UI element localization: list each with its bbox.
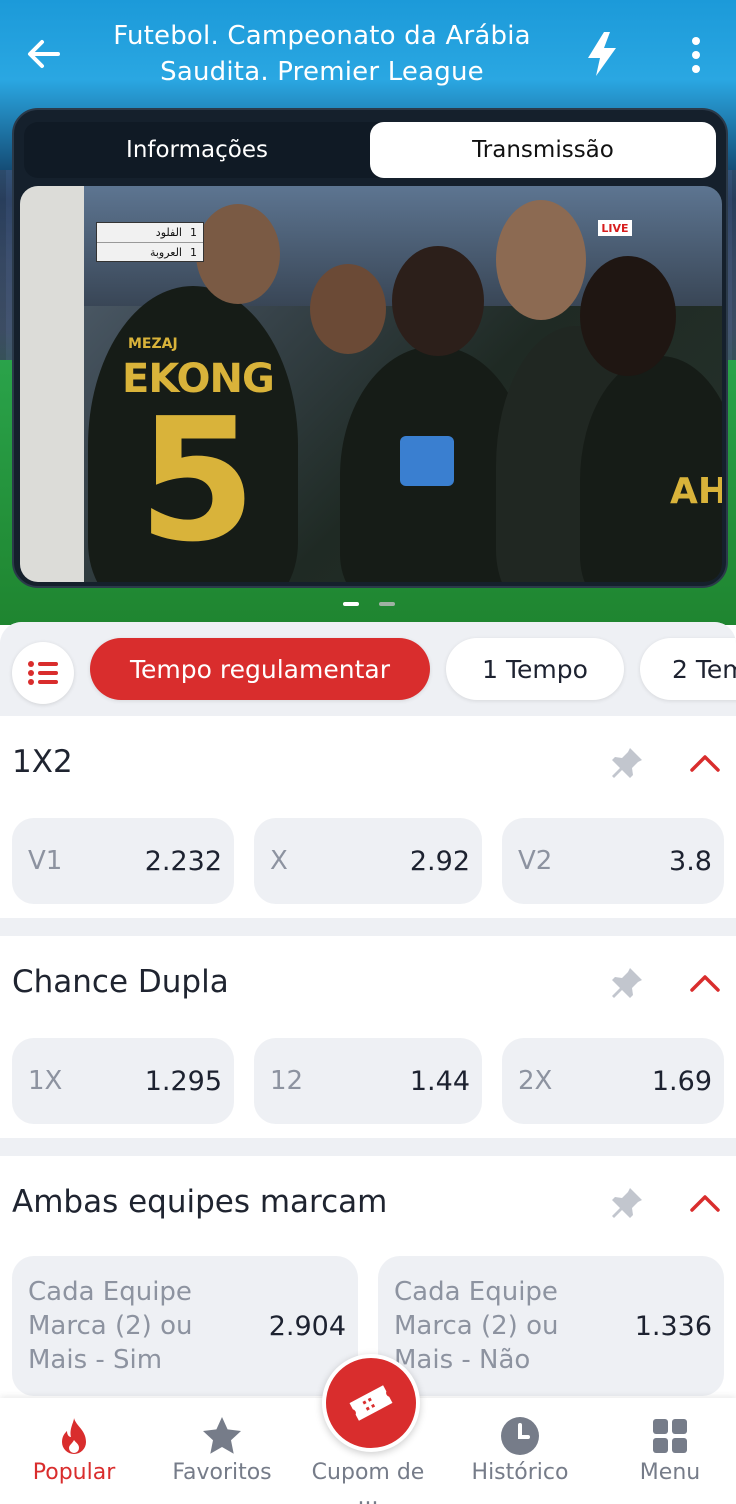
- nav-popular[interactable]: Popular: [4, 1398, 144, 1504]
- stream-tabs: Informações Transmissão: [24, 122, 716, 178]
- odd-label: 12: [270, 1066, 304, 1096]
- player-head: [310, 264, 386, 354]
- star-icon: [200, 1414, 244, 1458]
- odd-value: 3.8: [669, 845, 712, 877]
- odd-label: 1X: [28, 1066, 63, 1096]
- title-line-2: Saudita. Premier League: [160, 57, 484, 87]
- live-video-player[interactable]: MEZAJ EKONG 5 AHE الفلود 1 العروبة 1 LIV…: [20, 186, 722, 582]
- bet-slip-button[interactable]: [322, 1354, 420, 1452]
- odd-label: V2: [518, 846, 553, 876]
- market-title: Chance Dupla: [12, 964, 229, 1000]
- carousel-indicator: [343, 602, 395, 606]
- scoreboard-team: الفلود: [155, 226, 182, 239]
- nav-label: Menu: [639, 1460, 701, 1485]
- more-vertical-icon[interactable]: [682, 34, 710, 76]
- nav-label: Histórico: [471, 1460, 569, 1485]
- ticket-icon: [349, 1385, 393, 1421]
- pin-icon[interactable]: [608, 1184, 646, 1222]
- odd-button[interactable]: X 2.92: [254, 818, 482, 904]
- odd-value: 1.295: [144, 1065, 222, 1097]
- nav-label: Cupom de ...: [311, 1460, 425, 1504]
- chip-1-tempo[interactable]: 1 Tempo: [446, 638, 624, 700]
- nav-label: Popular: [32, 1460, 116, 1485]
- odd-button[interactable]: Cada Equipe Marca (2) ou Mais - Não 1.33…: [378, 1256, 724, 1396]
- lightning-icon[interactable]: [582, 30, 622, 78]
- nav-menu[interactable]: Menu: [600, 1398, 736, 1504]
- shirt-sponsor-logo: [400, 436, 454, 486]
- market-1x2: 1X2 V1 2.232 X 2.92 V2 3.8: [0, 716, 736, 918]
- odd-value: 1.336: [634, 1310, 712, 1342]
- carousel-dot-active[interactable]: [343, 602, 359, 606]
- chevron-up-icon[interactable]: [686, 1184, 724, 1222]
- odd-button[interactable]: 1X 1.295: [12, 1038, 234, 1124]
- odd-label: Cada Equipe Marca (2) ou Mais - Não: [394, 1277, 559, 1375]
- player-head: [496, 200, 586, 320]
- odd-label: V1: [28, 846, 63, 876]
- market-title: 1X2: [12, 744, 73, 780]
- carousel-dot[interactable]: [379, 602, 395, 606]
- clock-icon: [498, 1414, 542, 1458]
- live-badge: LIVE: [598, 220, 632, 236]
- chip-2-tempo[interactable]: 2 Tempo: [640, 638, 736, 700]
- odd-value: 1.44: [409, 1065, 470, 1097]
- period-filter-bar: Tempo regulamentar 1 Tempo 2 Tempo: [0, 622, 736, 716]
- list-icon[interactable]: [12, 642, 74, 704]
- jersey-small-text: MEZAJ: [128, 336, 178, 352]
- odd-label: Cada Equipe Marca (2) ou Mais - Sim: [28, 1277, 193, 1375]
- odd-label: 2X: [518, 1066, 553, 1096]
- odd-value: 2.232: [144, 845, 222, 877]
- broadcast-scoreboard: الفلود 1 العروبة 1: [96, 222, 204, 262]
- chevron-up-icon[interactable]: [686, 964, 724, 1002]
- odd-button[interactable]: 2X 1.69: [502, 1038, 724, 1124]
- page-title: Futebol. Campeonato da Arábia Saudita. P…: [110, 18, 534, 90]
- odd-value: 2.92: [409, 845, 470, 877]
- scoreboard-row: الفلود 1: [97, 223, 203, 242]
- market-chance-dupla: Chance Dupla 1X 1.295 12 1.44 2X 1.69: [0, 936, 736, 1138]
- chip-tempo-regulamentar[interactable]: Tempo regulamentar: [90, 638, 430, 700]
- market-title: Ambas equipes marcam: [12, 1184, 388, 1220]
- odd-button[interactable]: 12 1.44: [254, 1038, 482, 1124]
- stream-card: Informações Transmissão MEZAJ EKONG 5 AH…: [12, 108, 728, 588]
- back-arrow-icon[interactable]: [22, 32, 66, 76]
- player-head: [580, 256, 676, 376]
- grid-icon: [648, 1414, 692, 1458]
- pin-icon[interactable]: [608, 964, 646, 1002]
- scoreboard-row: العروبة 1: [97, 242, 203, 261]
- odd-label: X: [270, 846, 288, 876]
- top-bar: Futebol. Campeonato da Arábia Saudita. P…: [0, 0, 736, 108]
- player-head: [392, 246, 484, 356]
- tab-informacoes[interactable]: Informações: [24, 122, 370, 178]
- pin-icon[interactable]: [608, 744, 646, 782]
- chevron-up-icon[interactable]: [686, 744, 724, 782]
- odd-button[interactable]: V1 2.232: [12, 818, 234, 904]
- odd-button[interactable]: V2 3.8: [502, 818, 724, 904]
- fire-icon: [52, 1414, 96, 1458]
- scoreboard-score: 1: [190, 226, 197, 239]
- nav-label: Favoritos: [172, 1460, 272, 1485]
- player-head: [196, 204, 280, 304]
- jersey-number: 5: [138, 382, 257, 580]
- odd-value: 2.904: [268, 1310, 346, 1342]
- scoreboard-score: 1: [190, 245, 197, 259]
- nav-favoritos[interactable]: Favoritos: [152, 1398, 292, 1504]
- title-line-1: Futebol. Campeonato da Arábia: [113, 21, 531, 51]
- odd-button[interactable]: Cada Equipe Marca (2) ou Mais - Sim 2.90…: [12, 1256, 358, 1396]
- nav-historico[interactable]: Histórico: [450, 1398, 590, 1504]
- jersey-name-partial: AHE: [670, 471, 722, 512]
- tab-transmissao[interactable]: Transmissão: [370, 122, 716, 178]
- scoreboard-team: العروبة: [149, 245, 182, 259]
- advertising-board: [20, 186, 84, 582]
- odd-value: 1.69: [651, 1065, 712, 1097]
